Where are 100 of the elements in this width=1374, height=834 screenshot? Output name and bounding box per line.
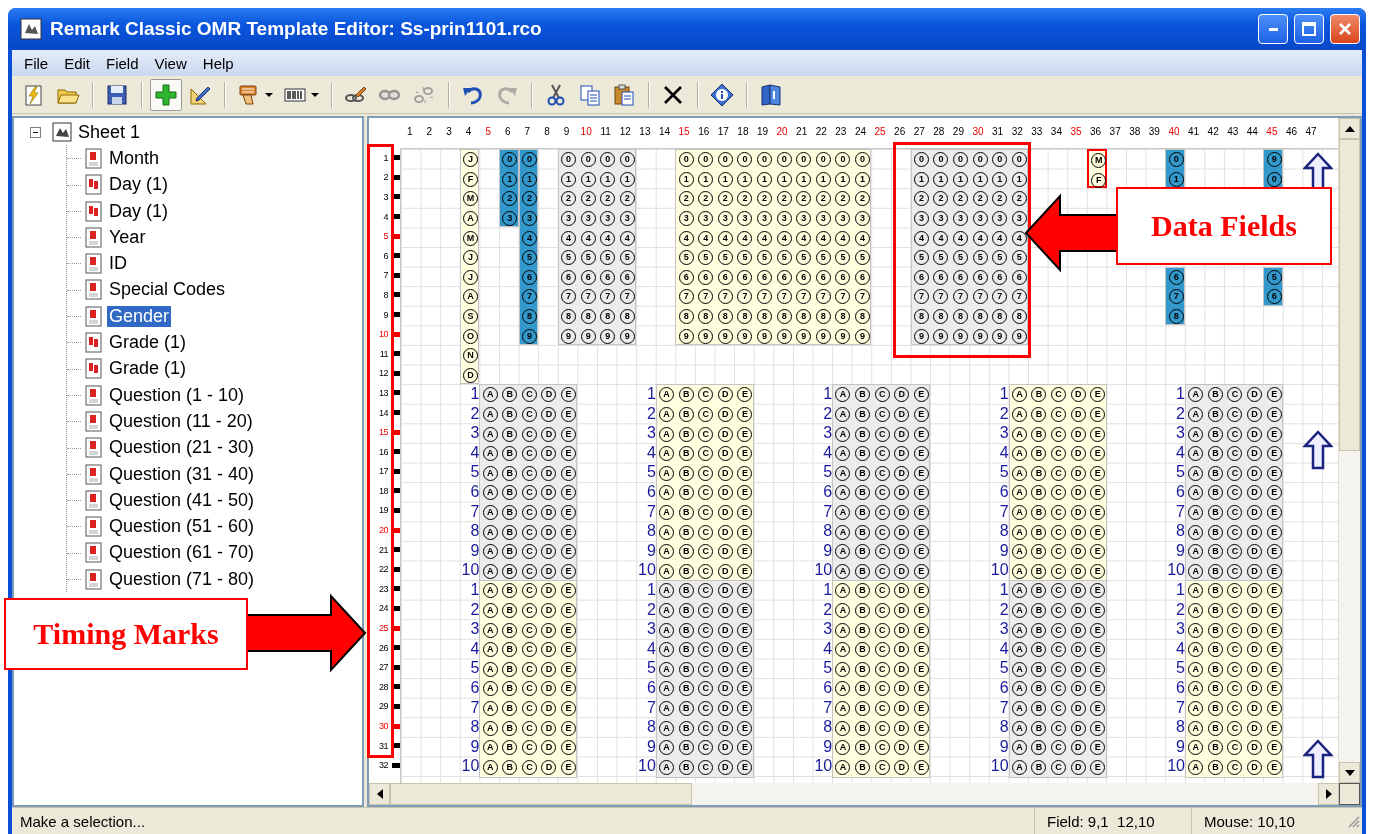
document-icon	[83, 332, 103, 353]
tree-item[interactable]: Question (11 - 20)	[107, 410, 255, 432]
close-button[interactable]	[1330, 14, 1360, 44]
tree-item[interactable]: Gender	[107, 305, 172, 327]
bubble-field[interactable]: 0 0 0 0 0 0 0 0 0 0 1 1 1 1 1 1 1 1 1 1 2 2 2 2 2 2 2 2 2 2 3 3 3 3 3 3 3 3 3 3 4 4 4 4 4 4 4 4 4 4 5 5 5 5 5 5 5 5 5 5 6 6 6 6 6 6 6 6 6 6 7 7 7 7 7 7 7 7 7 7 8 8 8 8 8 8 8 8 8 8 9 9 9 9 9 9 9 9 9 9	[675, 149, 872, 345]
row-number: 9	[383, 309, 388, 320]
column-number: 20	[775, 125, 789, 137]
tree-item[interactable]: Grade (1)	[107, 332, 189, 353]
column-number: 23	[834, 125, 848, 137]
question-number: 3	[470, 425, 480, 442]
tree-item[interactable]: Question (1 - 10)	[107, 384, 247, 406]
column-number: 38	[1128, 125, 1142, 137]
answer-grid[interactable]: A B C D E A B C D E A B C D E A B C D E A B C D E A B C D E A B C D E A B C D E A B C D E A B C D E	[832, 384, 931, 583]
column-number: 9	[562, 125, 571, 137]
answer-grid[interactable]: A B C D E A B C D E A B C D E A B C D E A B C D E A B C D E A B C D E A B C D E A B C D E A B C D E	[655, 384, 754, 583]
scroll-thumb[interactable]	[390, 783, 692, 805]
question-number: 9	[823, 738, 833, 755]
tree-item[interactable]: Day (1)	[107, 174, 170, 196]
row-number: 25	[379, 623, 388, 634]
row-number: 30	[379, 721, 388, 731]
answer-grid[interactable]: A B C D E A B C D E A B C D E A B C D E A B C D E A B C D E A B C D E A B C D E A B C D E A B C D E	[1185, 580, 1283, 779]
menu-item[interactable]: View	[146, 52, 195, 74]
scroll-right-button[interactable]	[1318, 783, 1339, 805]
scroll-thumb[interactable]	[1339, 139, 1360, 451]
menu-item[interactable]: Edit	[56, 52, 99, 74]
document-icon	[83, 147, 103, 169]
question-number: 3	[646, 621, 656, 638]
answer-grid[interactable]: A B C D E A B C D E A B C D E A B C D E A B C D E A B C D E A B C D E A B C D E A B C D E A B C D E	[832, 580, 931, 779]
bubble-field[interactable]: J F M A M J J A S O N D	[459, 149, 480, 385]
right-triangle-icon	[1325, 789, 1332, 799]
tree-item[interactable]: Question (41 - 50)	[107, 489, 257, 511]
tree-item[interactable]: Question (21 - 30)	[107, 437, 257, 459]
column-number: 43	[1226, 125, 1240, 137]
question-number: 4	[646, 640, 656, 657]
tree-item[interactable]: Question (71 - 80)	[107, 568, 257, 590]
bubble-field[interactable]: 9 0	[1263, 149, 1283, 189]
minimize-icon	[1268, 27, 1278, 31]
tree-item[interactable]: Month	[107, 147, 162, 169]
column-number: 29	[951, 125, 965, 137]
answer-grid[interactable]: A B C D E A B C D E A B C D E A B C D E A B C D E A B C D E A B C D E A B C D E A B C D E A B C D E	[1008, 580, 1107, 779]
answer-grid[interactable]: A B C D E A B C D E A B C D E A B C D E A B C D E A B C D E A B C D E A B C D E A B C D E A B C D E	[1185, 384, 1283, 583]
question-number: 4	[1176, 444, 1185, 461]
answer-grid[interactable]: A B C D E A B C D E A B C D E A B C D E A B C D E A B C D E A B C D E A B C D E A B C D E A B C D E	[479, 384, 578, 583]
maximize-button[interactable]	[1294, 14, 1324, 44]
tree-item[interactable]: Question (31 - 40)	[107, 463, 257, 485]
tree-item[interactable]: Question (61 - 70)	[107, 542, 257, 564]
row-number: 10	[379, 329, 388, 340]
scroll-up-button[interactable]	[1339, 118, 1360, 139]
question-number: 6	[470, 679, 480, 696]
horizontal-scrollbar[interactable]	[369, 783, 1339, 805]
answer-grid[interactable]: A B C D E A B C D E A B C D E A B C D E A B C D E A B C D E A B C D E A B C D E A B C D E A B C D E	[479, 580, 578, 779]
question-number: 10	[638, 562, 656, 579]
question-number: 2	[999, 601, 1009, 618]
tree-item[interactable]: Year	[107, 226, 148, 248]
document-icon	[83, 516, 103, 538]
scroll-down-button[interactable]	[1339, 762, 1360, 783]
tree-item[interactable]: ID	[107, 253, 129, 275]
question-number: 4	[646, 444, 656, 461]
mouse-status: Mouse: 10,10	[1191, 808, 1346, 834]
question-number: 2	[1176, 601, 1185, 618]
question-number: 9	[646, 542, 656, 559]
bubble-field[interactable]: 0 0 0 0 1 1 1 1 2 2 2 2 3 3 3 3 4 4 4 4 5 5 5 5 6 6 6 6 7 7 7 7 8 8 8 8 9 9 9 9	[557, 149, 637, 345]
question-number: 1	[999, 386, 1009, 402]
document-icon	[83, 489, 103, 511]
up-arrow-icon	[1303, 430, 1333, 470]
answer-grid[interactable]: A B C D E A B C D E A B C D E A B C D E A B C D E A B C D E A B C D E A B C D E A B C D E A B C D E	[655, 580, 754, 779]
bubble-field[interactable]: 6 7 8	[1165, 266, 1185, 326]
question-number: 5	[646, 660, 656, 677]
column-number: 5	[484, 125, 492, 137]
collapse-toggle[interactable]	[30, 126, 41, 138]
sheet-icon	[52, 122, 72, 143]
bubble-field[interactable]: 0 1 2 3 4 5 6 7 8 9	[518, 149, 539, 345]
column-number: 28	[932, 125, 946, 137]
tree-item[interactable]: Day (1)	[107, 200, 170, 222]
bubble-field[interactable]: 0 1 2 3	[499, 149, 519, 228]
menu-item[interactable]: Field	[98, 52, 147, 74]
minimize-button[interactable]	[1258, 14, 1288, 44]
tree-item[interactable]: Question (51 - 60)	[107, 516, 257, 538]
add-field-button[interactable]	[150, 78, 182, 111]
question-number: 4	[470, 640, 480, 657]
scroll-left-button[interactable]	[369, 783, 390, 805]
question-number: 1	[823, 582, 833, 598]
bubble-field[interactable]: M F	[1087, 149, 1107, 189]
bubble-field[interactable]: 0 0 0 0 0 0 1 1 1 1 1 1 2 2 2 2 2 2 3 3 3 3 3 3 4 4 4 4 4 4 5 5 5 5 5 5 6 6 6 6 6 6 7 7 7 7 7 7 8 8 8 8 8 8 9 9 9 9 9 9	[910, 149, 1029, 345]
row-number: 3	[383, 192, 388, 202]
tree-item[interactable]: Grade (1)	[107, 358, 189, 380]
tree-item[interactable]: Special Codes	[107, 279, 228, 301]
question-number: 6	[1176, 483, 1185, 500]
vertical-scrollbar[interactable]	[1338, 118, 1360, 783]
question-number: 2	[470, 405, 480, 422]
bubble-field[interactable]: 0 1	[1165, 149, 1185, 189]
answer-grid[interactable]: A B C D E A B C D E A B C D E A B C D E A B C D E A B C D E A B C D E A B C D E A B C D E A B C D E	[1008, 384, 1107, 583]
question-number: 2	[823, 405, 833, 422]
menu-item[interactable]: File	[16, 52, 57, 74]
tree-item[interactable]: Sheet 1	[76, 121, 143, 143]
question-number: 7	[646, 699, 656, 716]
bubble-field[interactable]: 5 6	[1263, 266, 1283, 306]
question-number: 5	[470, 660, 480, 677]
column-number: 10	[579, 125, 593, 137]
menu-item[interactable]: Help	[194, 52, 242, 74]
